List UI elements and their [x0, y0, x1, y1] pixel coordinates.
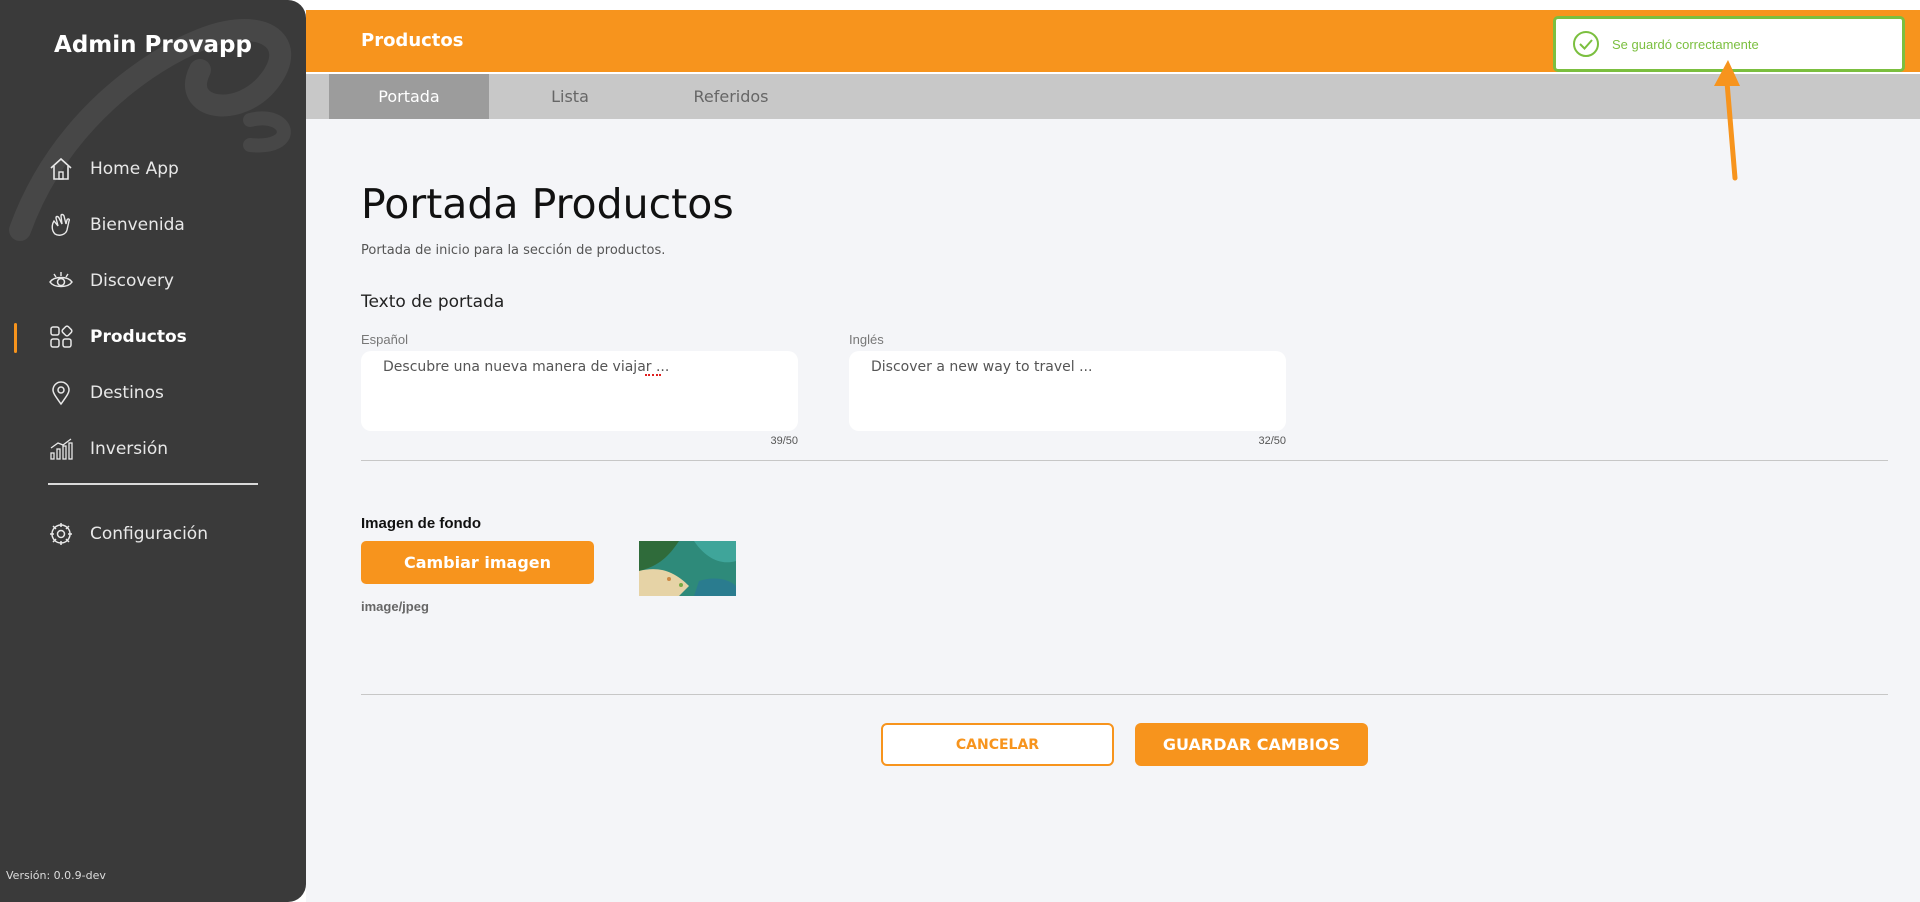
main-content: Portada Productos Portada de inicio para…: [306, 119, 1920, 902]
spellcheck-underline: [645, 373, 661, 376]
section-divider: [361, 460, 1888, 461]
grid-shapes-icon: [48, 324, 74, 350]
change-image-button[interactable]: Cambiar imagen: [361, 541, 594, 584]
home-icon: [48, 156, 74, 182]
topbar-title: Productos: [361, 30, 464, 51]
english-label: Inglés: [849, 332, 884, 347]
sidebar-item-label: Home App: [90, 159, 179, 179]
active-indicator: [14, 323, 17, 353]
version-label: Versión: 0.0.9-dev: [6, 869, 106, 882]
tab-lista[interactable]: Lista: [490, 74, 650, 119]
annotation-arrow: [1714, 60, 1740, 181]
sidebar-item-bienvenida[interactable]: Bienvenida: [0, 197, 306, 253]
sidebar: Admin Provapp Home App Bienvenida Discov…: [0, 0, 306, 902]
map-pin-icon: [48, 380, 74, 406]
toast-message: Se guardó correctamente: [1612, 36, 1759, 52]
save-changes-button[interactable]: GUARDAR CAMBIOS: [1135, 723, 1368, 766]
footer-divider: [361, 694, 1888, 695]
sidebar-item-label: Bienvenida: [90, 215, 185, 235]
background-image-title: Imagen de fondo: [361, 515, 481, 532]
app-root: Admin Provapp Home App Bienvenida Discov…: [0, 0, 1920, 902]
english-text-field[interactable]: Discover a new way to travel ...: [849, 351, 1286, 431]
brand-title: Admin Provapp: [54, 32, 252, 58]
sidebar-item-home-app[interactable]: Home App: [0, 141, 306, 197]
tab-referidos[interactable]: Referidos: [651, 74, 811, 119]
sidebar-divider: [48, 483, 258, 485]
sidebar-nav: Home App Bienvenida Discovery Productos …: [0, 141, 306, 477]
sidebar-item-label: Inversión: [90, 439, 169, 459]
cancel-button[interactable]: CANCELAR: [881, 723, 1114, 766]
image-mime-type: image/jpeg: [361, 599, 429, 614]
check-circle-icon: [1572, 30, 1600, 58]
page-title: Portada Productos: [361, 180, 734, 228]
sidebar-item-discovery[interactable]: Discovery: [0, 253, 306, 309]
spanish-char-counter: 39/50: [770, 435, 798, 447]
sidebar-item-label: Productos: [90, 327, 187, 347]
gear-icon: [48, 521, 74, 547]
section-title: Texto de portada: [361, 292, 505, 312]
sidebar-item-label: Destinos: [90, 383, 164, 403]
spanish-text-field[interactable]: Descubre una nueva manera de viajar ...: [361, 351, 798, 431]
english-char-counter: 32/50: [1258, 435, 1286, 447]
eye-icon: [48, 268, 74, 294]
spanish-label: Español: [361, 332, 408, 347]
sidebar-item-inversion[interactable]: Inversión: [0, 421, 306, 477]
waving-hand-icon: [48, 212, 74, 238]
sidebar-item-configuracion[interactable]: Configuración: [0, 506, 306, 562]
page-subtitle: Portada de inicio para la sección de pro…: [361, 243, 666, 258]
tab-portada[interactable]: Portada: [329, 74, 489, 119]
background-image-thumbnail: [639, 541, 736, 596]
sidebar-item-productos[interactable]: Productos: [0, 309, 306, 365]
sidebar-item-label: Configuración: [90, 524, 208, 544]
sidebar-item-destinos[interactable]: Destinos: [0, 365, 306, 421]
tabs-bar: Portada Lista Referidos: [306, 74, 1920, 119]
bar-chart-icon: [48, 436, 74, 462]
sidebar-item-label: Discovery: [90, 271, 174, 291]
